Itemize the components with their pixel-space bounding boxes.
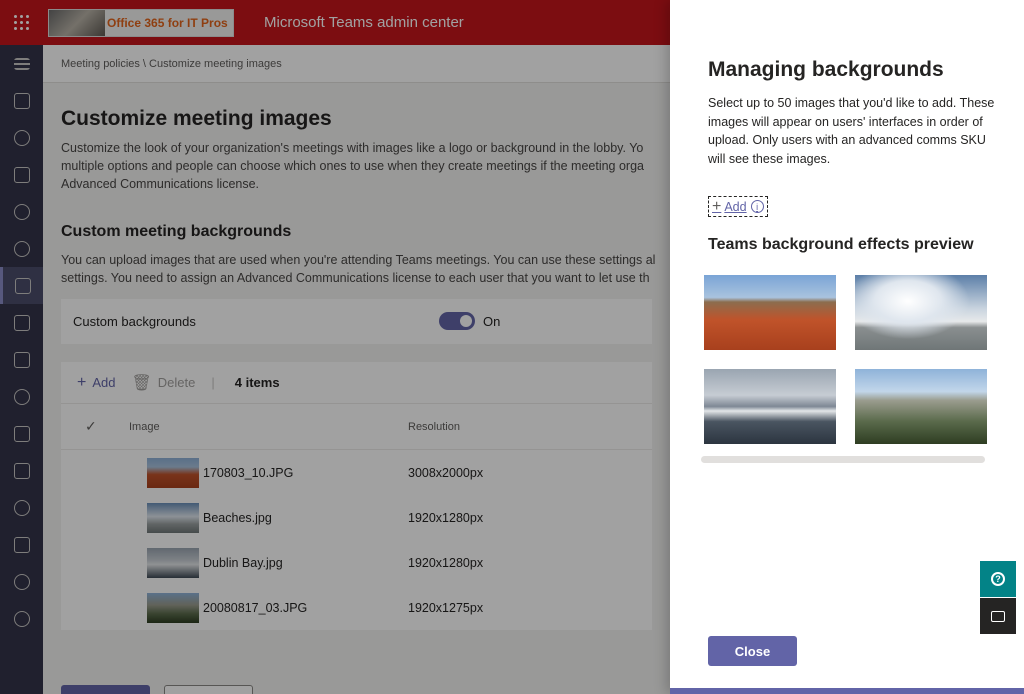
panel-bottom-bar <box>670 688 1024 694</box>
close-button[interactable]: Close <box>708 636 797 666</box>
background-preview-image[interactable] <box>855 275 987 350</box>
info-icon[interactable]: i <box>750 200 764 213</box>
background-preview-image[interactable] <box>704 369 836 444</box>
help-button[interactable]: ? <box>980 561 1016 597</box>
panel-title: Managing backgrounds <box>708 58 944 81</box>
panel-description: Select up to 50 images that you'd like t… <box>708 96 995 166</box>
background-preview-image[interactable] <box>855 369 987 444</box>
feedback-button[interactable] <box>980 598 1016 634</box>
preview-title: Teams background effects preview <box>708 236 974 253</box>
chat-bubble-icon <box>991 610 1005 622</box>
question-icon: ? <box>991 572 1005 586</box>
add-images-link[interactable]: + Add i <box>708 196 768 217</box>
background-preview-image[interactable] <box>704 275 836 350</box>
horizontal-scrollbar[interactable] <box>701 456 985 463</box>
modal-overlay[interactable] <box>0 0 670 694</box>
add-images-label: Add <box>724 199 747 214</box>
managing-backgrounds-panel: Managing backgrounds Select up to 50 ima… <box>670 0 1024 694</box>
plus-icon: + <box>712 197 722 215</box>
